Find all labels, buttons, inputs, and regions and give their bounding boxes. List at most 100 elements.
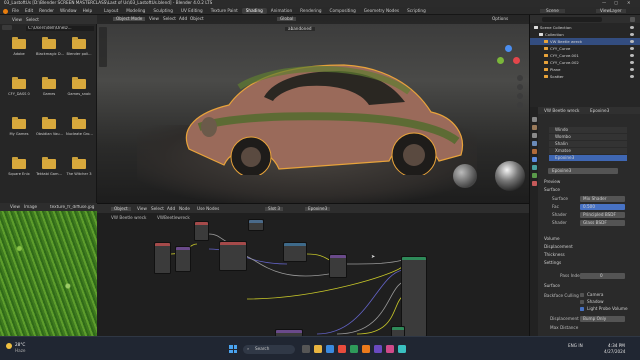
visibility-eye-icon[interactable] <box>630 53 634 57</box>
tab-shading[interactable]: Shading <box>241 8 267 15</box>
file-explorer-icon[interactable] <box>314 345 322 353</box>
outliner-item[interactable]: Scene Collection <box>530 24 640 31</box>
weather-temp[interactable]: 28°C <box>15 342 25 347</box>
outliner-item[interactable]: VW Beetle wreck <box>530 38 640 45</box>
folder-item[interactable]: CFY_DASS 0 <box>6 77 32 114</box>
tab-compositing[interactable]: Compositing <box>326 8 360 14</box>
physics-tab-icon[interactable] <box>531 165 537 170</box>
camera-view-icon[interactable] <box>517 93 523 99</box>
visibility-eye-icon[interactable] <box>630 25 634 29</box>
transform-orientation[interactable]: Global <box>277 16 297 22</box>
grass-texture-image[interactable] <box>0 211 97 336</box>
app-icon-5[interactable] <box>398 345 406 353</box>
weather-text[interactable]: Haze <box>15 348 26 353</box>
gizmo-z-icon[interactable] <box>505 45 512 52</box>
vp-view-menu[interactable]: View <box>149 16 159 21</box>
outliner-item[interactable]: Collection <box>530 31 640 38</box>
visibility-eye-icon[interactable] <box>630 32 634 36</box>
normal-map-node[interactable] <box>275 329 303 336</box>
mapping-node[interactable] <box>175 246 191 272</box>
clock-time[interactable]: 4:34 PM <box>608 343 625 348</box>
scene-selector[interactable]: Scene <box>540 8 565 14</box>
filter-icon[interactable] <box>630 16 635 22</box>
collapsed-section[interactable]: Volume <box>544 236 560 241</box>
material-name-field[interactable]: Epoxine3 <box>548 168 618 174</box>
app-icon-1[interactable] <box>338 345 346 353</box>
tab-sculpting[interactable]: Sculpting <box>149 8 177 14</box>
beetle-car-model[interactable] <box>169 57 469 175</box>
close-icon[interactable]: ✕ <box>627 1 631 5</box>
menu-render[interactable]: Render <box>39 8 54 13</box>
folder-item[interactable]: Adobe <box>6 37 32 74</box>
viewlayer-selector[interactable]: ViewLayer <box>596 8 626 14</box>
fb-back-button[interactable] <box>2 25 12 30</box>
section-surface[interactable]: Surface <box>544 187 560 192</box>
navigation-gizmo[interactable] <box>497 45 521 69</box>
tab-layout[interactable]: Layout <box>100 8 122 14</box>
visibility-eye-icon[interactable] <box>630 67 634 71</box>
minimize-icon[interactable]: — <box>602 1 606 5</box>
vp-add-menu[interactable]: Add <box>179 16 187 21</box>
menu-file[interactable]: File <box>12 8 19 13</box>
checkbox[interactable] <box>580 300 584 304</box>
image-name-field[interactable]: texture_fr_diffuse.jpg <box>50 205 95 209</box>
menu-help[interactable]: Help <box>83 8 93 13</box>
folder-item[interactable]: Obsidian Vau... <box>36 117 63 154</box>
surface-row-field[interactable]: Principled BSDF <box>580 212 625 218</box>
gizmo-x-icon[interactable] <box>513 57 520 64</box>
tool-shelf[interactable] <box>99 27 107 67</box>
data-tab-icon[interactable] <box>531 173 537 178</box>
tab-animation[interactable]: Animation <box>267 8 296 14</box>
folder-item[interactable]: Blender poli... <box>66 37 92 74</box>
pass-index-field[interactable]: 0 <box>580 273 625 279</box>
collapsed-section[interactable]: Settings <box>544 260 561 265</box>
displacement-select[interactable]: Bump Only <box>580 316 625 322</box>
blender-taskbar-icon[interactable] <box>362 345 370 353</box>
tab-rendering[interactable]: Rendering <box>296 8 325 14</box>
visibility-eye-icon[interactable] <box>630 46 634 50</box>
menu-edit[interactable]: Edit <box>25 8 33 13</box>
taskbar-search-box[interactable]: ⌕ Search <box>243 344 295 354</box>
folder-item[interactable]: Blackmagic D... <box>36 37 64 74</box>
surface-row-field[interactable]: Mix Shader <box>580 196 625 202</box>
fb-view-menu[interactable]: View <box>12 17 22 22</box>
material-slot[interactable]: Windo <box>549 127 627 133</box>
tab-modeling[interactable]: Modeling <box>122 8 149 14</box>
section-preview[interactable]: Preview <box>544 179 560 184</box>
image-texture-node[interactable] <box>154 242 171 274</box>
tab-geometry-nodes[interactable]: Geometry Nodes <box>360 8 403 14</box>
vp-object-menu[interactable]: Object <box>190 16 204 21</box>
options-button[interactable]: Options <box>492 16 508 21</box>
outliner-item[interactable]: CYY_Curve.002 <box>530 59 640 66</box>
color-ramp-node[interactable] <box>219 241 247 271</box>
material-slot[interactable]: Wombo <box>549 134 627 140</box>
texture-coordinate-node[interactable] <box>194 221 209 241</box>
outliner-item[interactable]: Plane <box>530 66 640 73</box>
start-button-icon[interactable] <box>229 345 237 353</box>
menu-window[interactable]: Window <box>60 8 77 13</box>
edge-icon[interactable] <box>326 345 334 353</box>
checkbox[interactable] <box>580 307 584 311</box>
language-indicator[interactable]: ENG IN <box>568 343 583 348</box>
material-slot[interactable]: Shalin <box>549 141 627 147</box>
folder-item[interactable]: Nucleate Gro... <box>66 117 93 154</box>
blender-logo-icon[interactable] <box>3 8 8 14</box>
tab-texture-paint[interactable]: Texture Paint <box>207 8 242 14</box>
collapsed-section[interactable]: Displacement <box>544 244 573 249</box>
math-node[interactable] <box>283 242 307 262</box>
pan-icon[interactable] <box>517 84 523 90</box>
task-view-icon[interactable] <box>302 345 310 353</box>
collapsed-section[interactable]: Thickness <box>544 252 565 257</box>
outliner-item[interactable]: CYY_Curve <box>530 45 640 52</box>
app-icon-3[interactable] <box>374 345 382 353</box>
material-slot[interactable]: Xmatse <box>549 148 627 154</box>
app-icon-2[interactable] <box>350 345 358 353</box>
weather-icon[interactable] <box>6 343 12 349</box>
vp-select-menu[interactable]: Select <box>163 16 176 21</box>
surface-subsection[interactable]: Surface <box>544 283 560 288</box>
folder-item[interactable]: Square Enix <box>6 157 32 194</box>
material-slot[interactable]: Epoxine3 <box>549 155 627 161</box>
outliner-item[interactable]: Scatter <box>530 73 640 80</box>
folder-item[interactable]: My Games <box>6 117 32 154</box>
bump-node[interactable] <box>329 254 347 278</box>
